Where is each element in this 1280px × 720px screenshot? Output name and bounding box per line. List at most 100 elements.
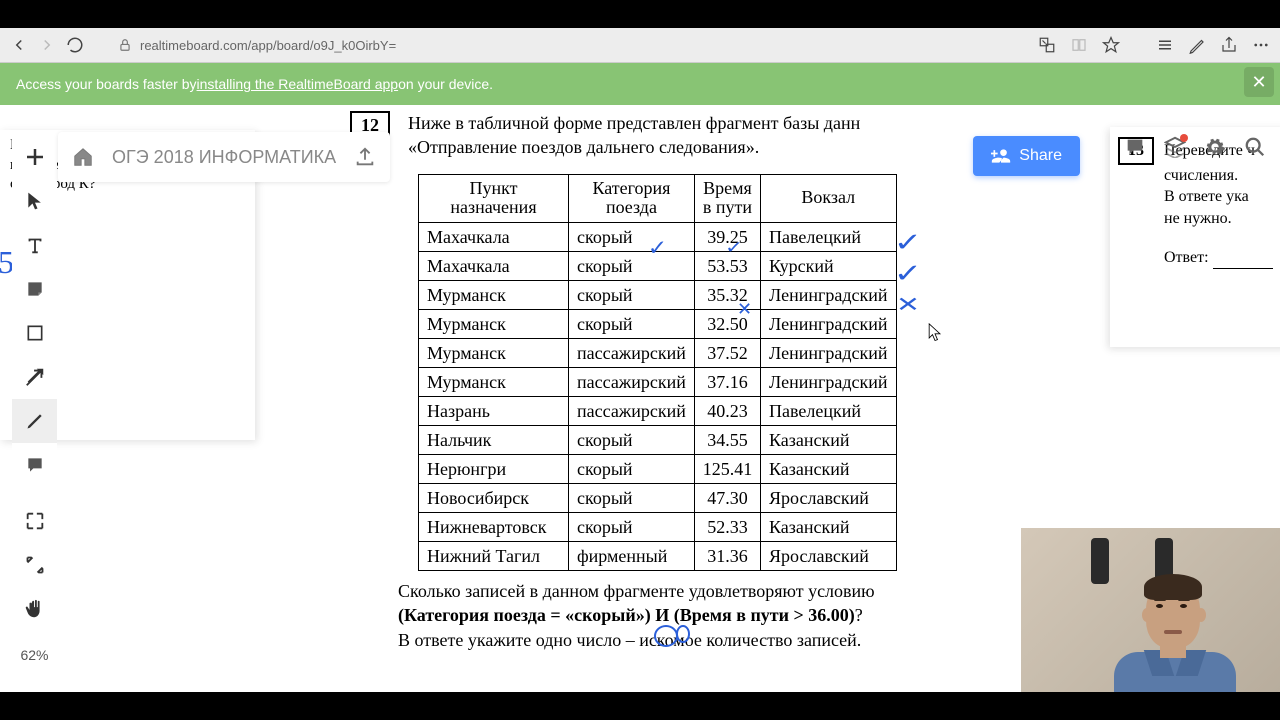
table-cell: 52.33 <box>694 513 760 542</box>
share-browser-icon[interactable] <box>1220 36 1238 54</box>
share-button[interactable]: Share <box>973 136 1080 176</box>
export-icon[interactable] <box>354 146 376 168</box>
main-document: 12 Ниже в табличной форме представлен фр… <box>328 111 1028 652</box>
intro-line: «Отправление поездов дальнего следования… <box>408 137 759 157</box>
install-banner: Access your boards faster by installing … <box>0 63 1280 105</box>
pen-tool[interactable] <box>12 399 57 443</box>
table-cell: Павелецкий <box>761 397 897 426</box>
table-header: Вокзал <box>761 174 897 223</box>
arrow-tool[interactable] <box>12 355 57 399</box>
search-icon[interactable] <box>1244 136 1266 158</box>
table-cell: Нижний Тагил <box>419 542 569 571</box>
text-tool[interactable] <box>12 223 57 267</box>
shape-tool[interactable] <box>12 311 57 355</box>
table-cell: скорый <box>569 426 695 455</box>
table-cell: пассажирский <box>569 368 695 397</box>
notes-icon[interactable] <box>1188 36 1206 54</box>
table-cell: Мурманск <box>419 281 569 310</box>
hub-icon[interactable] <box>1156 36 1174 54</box>
url-text: realtimeboard.com/app/board/o9J_k0OirbY= <box>140 38 396 53</box>
table-cell: 31.36 <box>694 542 760 571</box>
table-cell: 35.32 <box>694 281 760 310</box>
forward-icon[interactable] <box>38 36 56 54</box>
table-row: Мурманскскорый32.50Ленинградский <box>419 310 897 339</box>
banner-suffix: on your device. <box>398 76 493 92</box>
table-cell: Казанский <box>761 426 897 455</box>
reading-icon[interactable] <box>1070 36 1088 54</box>
table-row: Мурманскскорый35.32Ленинградский <box>419 281 897 310</box>
table-cell: Назрань <box>419 397 569 426</box>
table-cell: Нерюнгри <box>419 455 569 484</box>
table-row: Новосибирскскорый47.30Ярославский <box>419 484 897 513</box>
table-cell: 40.23 <box>694 397 760 426</box>
table-cell: пассажирский <box>569 339 695 368</box>
fullscreen-tool[interactable] <box>12 543 57 587</box>
comment-icon[interactable] <box>1124 136 1146 158</box>
table-cell: Махачкала <box>419 223 569 252</box>
right-document: 13 Переведите ч счисления. В ответе ука … <box>1110 127 1280 347</box>
board-title[interactable]: ОГЭ 2018 ИНФОРМАТИКА <box>112 147 336 168</box>
table-cell: пассажирский <box>569 397 695 426</box>
intro-line: Ниже в табличной форме представлен фрагм… <box>408 113 860 133</box>
table-cell: скорый <box>569 281 695 310</box>
table-cell: Махачкала <box>419 252 569 281</box>
table-cell: Ярославский <box>761 542 897 571</box>
table-cell: 53.53 <box>694 252 760 281</box>
browser-toolbar: realtimeboard.com/app/board/o9J_k0OirbY= <box>0 28 1280 63</box>
table-cell: скорый <box>569 484 695 513</box>
table-row: Нальчикскорый34.55Казанский <box>419 426 897 455</box>
favorite-icon[interactable] <box>1102 36 1120 54</box>
frame-tool[interactable] <box>12 499 57 543</box>
table-row: Назраньпассажирский40.23Павелецкий <box>419 397 897 426</box>
add-user-icon <box>991 146 1011 166</box>
add-button[interactable] <box>12 135 57 179</box>
table-cell: Ленинградский <box>761 339 897 368</box>
table-cell: скорый <box>569 252 695 281</box>
table-row: Махачкаласкорый53.53Курский <box>419 252 897 281</box>
home-icon[interactable] <box>72 146 94 168</box>
table-cell: 39.25 <box>694 223 760 252</box>
table-row: Мурманскпассажирский37.52Ленинградский <box>419 339 897 368</box>
lock-icon <box>118 38 132 52</box>
layers-icon[interactable] <box>1164 136 1186 158</box>
table-cell: Курский <box>761 252 897 281</box>
table-row: Махачкаласкорый39.25Павелецкий <box>419 223 897 252</box>
comment-tool[interactable] <box>12 443 57 487</box>
table-cell: Ярославский <box>761 484 897 513</box>
sticky-tool[interactable] <box>12 267 57 311</box>
table-cell: скорый <box>569 513 695 542</box>
hand-tool[interactable] <box>12 587 57 631</box>
question-text: Сколько записей в данном фрагменте удовл… <box>328 579 1028 652</box>
table-cell: фирменный <box>569 542 695 571</box>
table-cell: 32.50 <box>694 310 760 339</box>
table-cell: Казанский <box>761 455 897 484</box>
table-row: Нижневартовскскорый52.33Казанский <box>419 513 897 542</box>
table-cell: Мурманск <box>419 368 569 397</box>
table-cell: 37.52 <box>694 339 760 368</box>
cursor-tool[interactable] <box>12 179 57 223</box>
board-title-bar: ОГЭ 2018 ИНФОРМАТИКА <box>58 132 390 182</box>
table-cell: Ленинградский <box>761 310 897 339</box>
table-cell: Ленинградский <box>761 368 897 397</box>
table-cell: 37.16 <box>694 368 760 397</box>
back-icon[interactable] <box>10 36 28 54</box>
table-cell: Нижневартовск <box>419 513 569 542</box>
table-cell: 47.30 <box>694 484 760 513</box>
table-cell: Павелецкий <box>761 223 897 252</box>
settings-icon[interactable] <box>1204 136 1226 158</box>
refresh-icon[interactable] <box>66 36 84 54</box>
address-bar[interactable]: realtimeboard.com/app/board/o9J_k0OirbY= <box>118 38 1028 53</box>
zoom-level[interactable]: 62% <box>12 637 57 673</box>
more-icon[interactable] <box>1252 36 1270 54</box>
webcam-overlay <box>1021 528 1280 692</box>
top-right-controls <box>1124 136 1266 158</box>
table-header: Времяв пути <box>694 174 760 223</box>
banner-close-button[interactable]: ✕ <box>1244 67 1274 97</box>
table-cell: 34.55 <box>694 426 760 455</box>
table-cell: Ленинградский <box>761 281 897 310</box>
table-row: Нерюнгрискорый125.41Казанский <box>419 455 897 484</box>
banner-prefix: Access your boards faster by <box>16 76 197 92</box>
banner-link[interactable]: installing the RealtimeBoard app <box>197 76 399 92</box>
translate-icon[interactable] <box>1038 36 1056 54</box>
table-cell: Нальчик <box>419 426 569 455</box>
